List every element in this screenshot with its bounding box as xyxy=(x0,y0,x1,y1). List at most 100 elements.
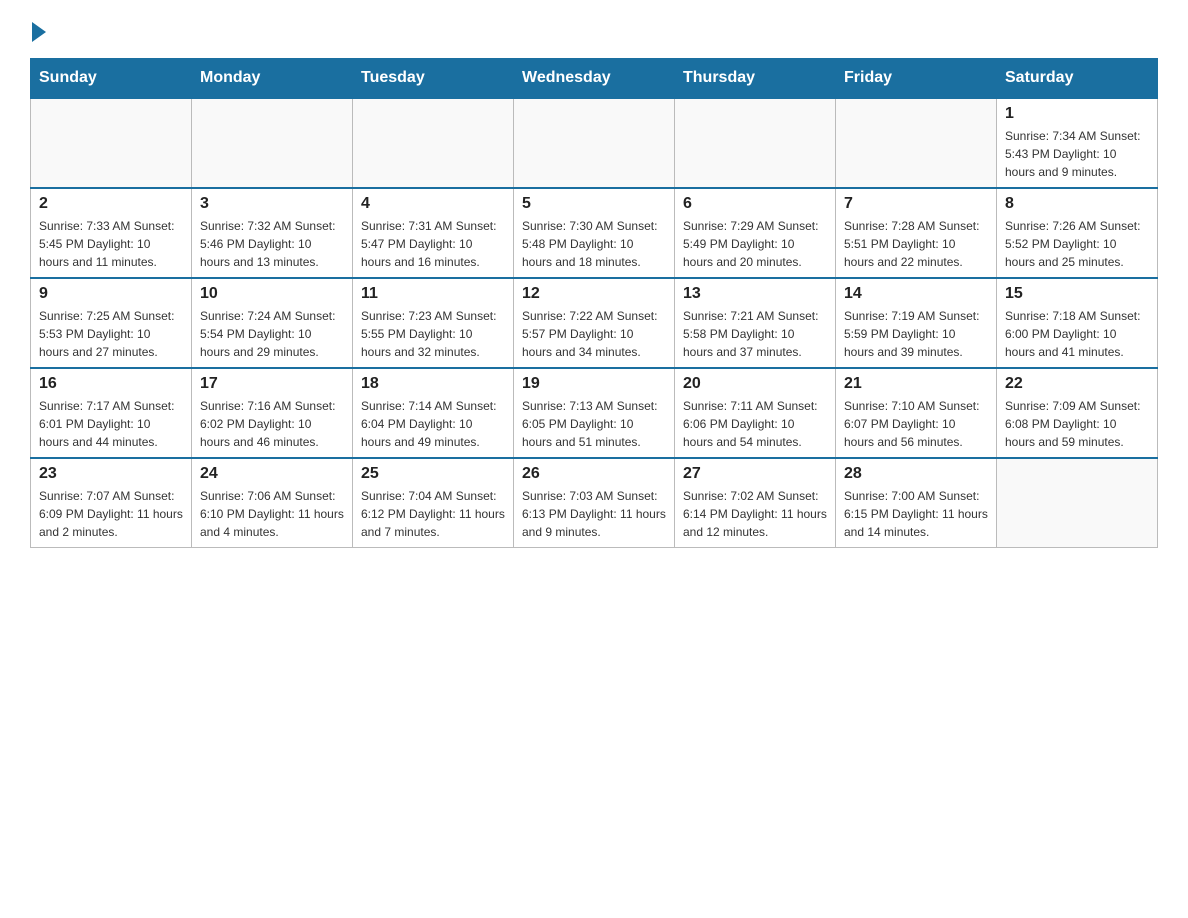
day-info: Sunrise: 7:23 AM Sunset: 5:55 PM Dayligh… xyxy=(361,307,505,361)
logo xyxy=(30,20,46,42)
day-info: Sunrise: 7:04 AM Sunset: 6:12 PM Dayligh… xyxy=(361,487,505,541)
day-info: Sunrise: 7:18 AM Sunset: 6:00 PM Dayligh… xyxy=(1005,307,1149,361)
day-number: 24 xyxy=(200,465,344,483)
day-number: 19 xyxy=(522,375,666,393)
day-info: Sunrise: 7:13 AM Sunset: 6:05 PM Dayligh… xyxy=(522,397,666,451)
day-number: 6 xyxy=(683,195,827,213)
day-number: 7 xyxy=(844,195,988,213)
day-number: 13 xyxy=(683,285,827,303)
calendar-table: SundayMondayTuesdayWednesdayThursdayFrid… xyxy=(30,58,1158,548)
day-info: Sunrise: 7:33 AM Sunset: 5:45 PM Dayligh… xyxy=(39,217,183,271)
day-info: Sunrise: 7:32 AM Sunset: 5:46 PM Dayligh… xyxy=(200,217,344,271)
day-number: 9 xyxy=(39,285,183,303)
weekday-header-monday: Monday xyxy=(192,59,353,99)
day-number: 26 xyxy=(522,465,666,483)
calendar-cell xyxy=(192,98,353,188)
calendar-cell: 26 Sunrise: 7:03 AM Sunset: 6:13 PM Dayli… xyxy=(514,458,675,548)
calendar-week-row: 1 Sunrise: 7:34 AM Sunset: 5:43 PM Daylig… xyxy=(31,98,1158,188)
calendar-cell xyxy=(31,98,192,188)
logo-arrow-icon xyxy=(32,22,46,42)
calendar-cell: 4 Sunrise: 7:31 AM Sunset: 5:47 PM Daylig… xyxy=(353,188,514,278)
day-number: 10 xyxy=(200,285,344,303)
day-number: 28 xyxy=(844,465,988,483)
day-info: Sunrise: 7:00 AM Sunset: 6:15 PM Dayligh… xyxy=(844,487,988,541)
weekday-header-thursday: Thursday xyxy=(675,59,836,99)
day-info: Sunrise: 7:07 AM Sunset: 6:09 PM Dayligh… xyxy=(39,487,183,541)
day-number: 1 xyxy=(1005,105,1149,123)
day-number: 25 xyxy=(361,465,505,483)
day-number: 18 xyxy=(361,375,505,393)
calendar-cell: 27 Sunrise: 7:02 AM Sunset: 6:14 PM Dayli… xyxy=(675,458,836,548)
day-info: Sunrise: 7:02 AM Sunset: 6:14 PM Dayligh… xyxy=(683,487,827,541)
day-number: 22 xyxy=(1005,375,1149,393)
day-info: Sunrise: 7:31 AM Sunset: 5:47 PM Dayligh… xyxy=(361,217,505,271)
weekday-header-tuesday: Tuesday xyxy=(353,59,514,99)
weekday-header-wednesday: Wednesday xyxy=(514,59,675,99)
calendar-cell xyxy=(997,458,1158,548)
day-number: 12 xyxy=(522,285,666,303)
calendar-week-row: 16 Sunrise: 7:17 AM Sunset: 6:01 PM Dayli… xyxy=(31,368,1158,458)
calendar-cell: 10 Sunrise: 7:24 AM Sunset: 5:54 PM Dayli… xyxy=(192,278,353,368)
calendar-cell: 9 Sunrise: 7:25 AM Sunset: 5:53 PM Daylig… xyxy=(31,278,192,368)
day-number: 5 xyxy=(522,195,666,213)
weekday-header-sunday: Sunday xyxy=(31,59,192,99)
calendar-cell: 3 Sunrise: 7:32 AM Sunset: 5:46 PM Daylig… xyxy=(192,188,353,278)
day-info: Sunrise: 7:34 AM Sunset: 5:43 PM Dayligh… xyxy=(1005,127,1149,181)
day-number: 4 xyxy=(361,195,505,213)
day-number: 23 xyxy=(39,465,183,483)
calendar-cell: 6 Sunrise: 7:29 AM Sunset: 5:49 PM Daylig… xyxy=(675,188,836,278)
calendar-cell: 19 Sunrise: 7:13 AM Sunset: 6:05 PM Dayli… xyxy=(514,368,675,458)
weekday-header-saturday: Saturday xyxy=(997,59,1158,99)
calendar-week-row: 23 Sunrise: 7:07 AM Sunset: 6:09 PM Dayli… xyxy=(31,458,1158,548)
calendar-cell: 12Sunrise: 7:22 AM Sunset: 5:57 PM Dayli… xyxy=(514,278,675,368)
day-info: Sunrise: 7:11 AM Sunset: 6:06 PM Dayligh… xyxy=(683,397,827,451)
day-info: Sunrise: 7:14 AM Sunset: 6:04 PM Dayligh… xyxy=(361,397,505,451)
day-number: 3 xyxy=(200,195,344,213)
day-info: Sunrise: 7:29 AM Sunset: 5:49 PM Dayligh… xyxy=(683,217,827,271)
day-number: 15 xyxy=(1005,285,1149,303)
day-number: 14 xyxy=(844,285,988,303)
day-number: 27 xyxy=(683,465,827,483)
calendar-cell: 16 Sunrise: 7:17 AM Sunset: 6:01 PM Dayli… xyxy=(31,368,192,458)
calendar-cell: 2 Sunrise: 7:33 AM Sunset: 5:45 PM Daylig… xyxy=(31,188,192,278)
calendar-cell xyxy=(675,98,836,188)
day-number: 20 xyxy=(683,375,827,393)
calendar-week-row: 9 Sunrise: 7:25 AM Sunset: 5:53 PM Daylig… xyxy=(31,278,1158,368)
calendar-cell xyxy=(514,98,675,188)
calendar-cell: 28 Sunrise: 7:00 AM Sunset: 6:15 PM Dayli… xyxy=(836,458,997,548)
calendar-cell: 8 Sunrise: 7:26 AM Sunset: 5:52 PM Daylig… xyxy=(997,188,1158,278)
day-number: 17 xyxy=(200,375,344,393)
calendar-cell: 11 Sunrise: 7:23 AM Sunset: 5:55 PM Dayli… xyxy=(353,278,514,368)
calendar-cell xyxy=(353,98,514,188)
calendar-cell: 20 Sunrise: 7:11 AM Sunset: 6:06 PM Dayli… xyxy=(675,368,836,458)
weekday-header-friday: Friday xyxy=(836,59,997,99)
day-info: Sunrise: 7:19 AM Sunset: 5:59 PM Dayligh… xyxy=(844,307,988,361)
calendar-cell: 22Sunrise: 7:09 AM Sunset: 6:08 PM Dayli… xyxy=(997,368,1158,458)
day-number: 11 xyxy=(361,285,505,303)
calendar-cell: 18 Sunrise: 7:14 AM Sunset: 6:04 PM Dayli… xyxy=(353,368,514,458)
calendar-cell: 17 Sunrise: 7:16 AM Sunset: 6:02 PM Dayli… xyxy=(192,368,353,458)
day-number: 16 xyxy=(39,375,183,393)
day-info: Sunrise: 7:03 AM Sunset: 6:13 PM Dayligh… xyxy=(522,487,666,541)
day-info: Sunrise: 7:25 AM Sunset: 5:53 PM Dayligh… xyxy=(39,307,183,361)
day-number: 8 xyxy=(1005,195,1149,213)
calendar-cell: 13 Sunrise: 7:21 AM Sunset: 5:58 PM Dayli… xyxy=(675,278,836,368)
calendar-cell: 23 Sunrise: 7:07 AM Sunset: 6:09 PM Dayli… xyxy=(31,458,192,548)
calendar-header: SundayMondayTuesdayWednesdayThursdayFrid… xyxy=(31,59,1158,99)
day-info: Sunrise: 7:16 AM Sunset: 6:02 PM Dayligh… xyxy=(200,397,344,451)
day-info: Sunrise: 7:28 AM Sunset: 5:51 PM Dayligh… xyxy=(844,217,988,271)
calendar-cell: 24 Sunrise: 7:06 AM Sunset: 6:10 PM Dayli… xyxy=(192,458,353,548)
calendar-cell: 25 Sunrise: 7:04 AM Sunset: 6:12 PM Dayli… xyxy=(353,458,514,548)
day-info: Sunrise: 7:06 AM Sunset: 6:10 PM Dayligh… xyxy=(200,487,344,541)
day-info: Sunrise: 7:30 AM Sunset: 5:48 PM Dayligh… xyxy=(522,217,666,271)
day-info: Sunrise: 7:24 AM Sunset: 5:54 PM Dayligh… xyxy=(200,307,344,361)
calendar-cell: 21Sunrise: 7:10 AM Sunset: 6:07 PM Dayli… xyxy=(836,368,997,458)
page-header xyxy=(30,20,1158,42)
day-info: Sunrise: 7:26 AM Sunset: 5:52 PM Dayligh… xyxy=(1005,217,1149,271)
calendar-cell: 1 Sunrise: 7:34 AM Sunset: 5:43 PM Daylig… xyxy=(997,98,1158,188)
day-info: Sunrise: 7:21 AM Sunset: 5:58 PM Dayligh… xyxy=(683,307,827,361)
calendar-week-row: 2 Sunrise: 7:33 AM Sunset: 5:45 PM Daylig… xyxy=(31,188,1158,278)
calendar-cell: 14 Sunrise: 7:19 AM Sunset: 5:59 PM Dayli… xyxy=(836,278,997,368)
day-info: Sunrise: 7:17 AM Sunset: 6:01 PM Dayligh… xyxy=(39,397,183,451)
day-number: 2 xyxy=(39,195,183,213)
